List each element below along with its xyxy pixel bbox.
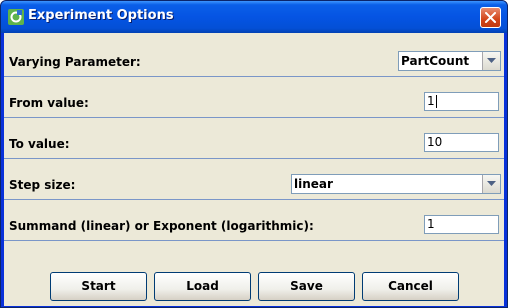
step-size-value: linear bbox=[294, 177, 333, 191]
varying-parameter-select[interactable]: PartCount bbox=[398, 51, 501, 71]
chevron-down-icon bbox=[487, 58, 496, 63]
java-app-icon bbox=[8, 9, 24, 25]
start-button[interactable]: Start bbox=[50, 272, 147, 301]
dropdown-arrow-button[interactable] bbox=[482, 52, 500, 70]
save-button[interactable]: Save bbox=[258, 272, 355, 301]
varying-parameter-value: PartCount bbox=[401, 54, 470, 68]
summand-text: 1 bbox=[427, 217, 435, 231]
to-value-text: 10 bbox=[427, 135, 443, 149]
summand-label: Summand (linear) or Exponent (logarithmi… bbox=[9, 219, 314, 233]
dropdown-arrow-button[interactable] bbox=[482, 175, 500, 193]
close-icon bbox=[485, 12, 496, 23]
text-caret bbox=[435, 95, 437, 108]
title-bar[interactable]: Experiment Options bbox=[1, 1, 507, 33]
close-button[interactable] bbox=[480, 7, 501, 28]
separator bbox=[4, 158, 504, 159]
from-value-label: From value: bbox=[9, 96, 89, 110]
chevron-down-icon bbox=[487, 181, 496, 186]
step-size-label: Step size: bbox=[9, 178, 76, 192]
window-title: Experiment Options bbox=[28, 8, 174, 23]
to-value-label: To value: bbox=[9, 137, 70, 151]
from-value-input[interactable]: 1 bbox=[424, 92, 499, 111]
separator bbox=[4, 199, 504, 200]
separator bbox=[4, 240, 504, 241]
load-button[interactable]: Load bbox=[154, 272, 251, 301]
summand-input[interactable]: 1 bbox=[424, 215, 499, 234]
to-value-input[interactable]: 10 bbox=[424, 133, 499, 152]
cancel-button[interactable]: Cancel bbox=[362, 272, 459, 301]
from-value-text: 1 bbox=[427, 94, 435, 108]
varying-parameter-label: Varying Parameter: bbox=[9, 55, 141, 69]
separator bbox=[4, 76, 504, 77]
dialog-content: Varying Parameter: PartCount From value:… bbox=[4, 33, 504, 306]
experiment-options-dialog: Experiment Options Varying Parameter: Pa… bbox=[0, 0, 508, 308]
separator bbox=[4, 117, 504, 118]
button-bar: Start Load Save Cancel bbox=[4, 269, 504, 306]
step-size-select[interactable]: linear bbox=[291, 174, 501, 194]
